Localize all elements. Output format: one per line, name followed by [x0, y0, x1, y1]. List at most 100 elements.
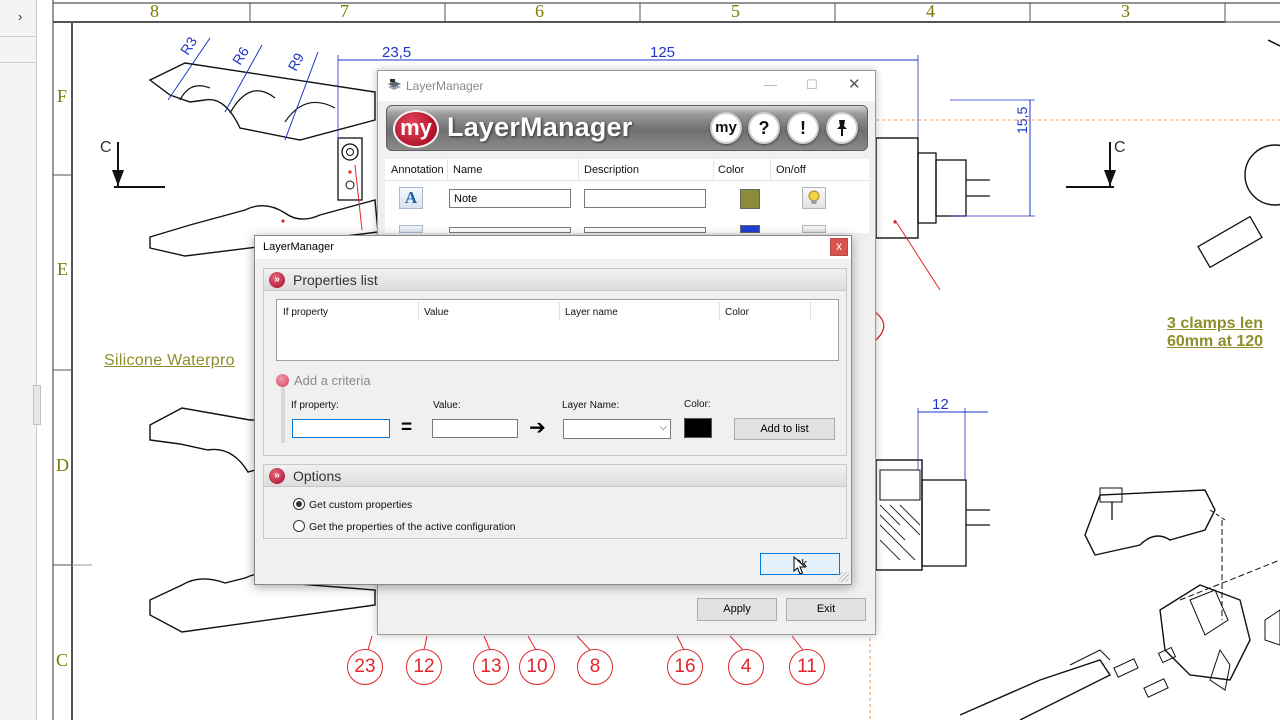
close-button[interactable]: x [830, 238, 848, 256]
lightbulb-icon [808, 190, 820, 204]
column-divider [770, 159, 771, 181]
layer-name-input[interactable]: Note [449, 189, 571, 208]
properties-list-box[interactable]: If property Value Layer name Color [276, 299, 839, 361]
part-balloon: 10 [519, 649, 555, 685]
resize-grip[interactable] [839, 572, 849, 582]
zone-column-label: 3 [1121, 1, 1130, 21]
column-divider [418, 302, 419, 320]
apply-button[interactable]: Apply [697, 598, 777, 621]
annotation-note-icon[interactable]: A [399, 187, 423, 209]
column-header: If property [283, 307, 329, 318]
column-header: Color [725, 307, 749, 318]
layer-toggle-button[interactable] [802, 225, 826, 233]
properties-list-header[interactable]: » Properties list [264, 269, 846, 291]
part-balloon: 8 [577, 649, 613, 685]
options-group: » Options Get custom properties Get the … [263, 464, 847, 539]
color-label: Color: [684, 399, 711, 410]
zone-column-label: 4 [926, 1, 935, 21]
clamps-note: 3 clamps len 60mm at 120 [1167, 315, 1263, 351]
active-configuration-radio[interactable] [293, 520, 305, 532]
column-header: Annotation [391, 164, 444, 176]
options-title: Options [293, 468, 342, 484]
equals-sign: = [401, 417, 413, 438]
zone-column-label: 7 [340, 1, 349, 21]
my-button[interactable]: my [710, 112, 742, 144]
column-header: Value [424, 307, 449, 318]
annotation-icon[interactable] [399, 225, 423, 233]
svg-text:R6: R6 [229, 44, 252, 68]
part-balloon: 13 [473, 649, 509, 685]
svg-text:125: 125 [650, 44, 675, 61]
layer-name-input[interactable] [449, 227, 571, 233]
svg-text:C: C [100, 139, 112, 156]
feature-manager-panel: › [0, 0, 41, 720]
silicone-note: Silicone Waterpro [104, 352, 235, 369]
dialog-titlebar[interactable]: LayerManager x [255, 236, 851, 259]
options-header[interactable]: » Options [264, 465, 846, 487]
collapse-arrow-icon[interactable]: » [269, 468, 285, 484]
window-title: LayerManager [406, 79, 484, 93]
svg-text:23,5: 23,5 [382, 44, 411, 61]
chevron-down-icon: ⌵ [659, 422, 667, 433]
zone-column-label: 5 [731, 1, 740, 21]
part-balloon: 12 [406, 649, 442, 685]
dialog-title: LayerManager [263, 241, 334, 253]
chevron-right-icon[interactable]: › [18, 9, 22, 24]
column-divider [810, 302, 811, 320]
properties-list-title: Properties list [293, 272, 378, 288]
layer-description-input[interactable] [584, 189, 706, 208]
custom-properties-label: Get custom properties [309, 499, 413, 511]
zone-row-label: F [57, 86, 68, 106]
zone-row-label: E [57, 259, 68, 279]
zone-column-label: 6 [535, 1, 544, 21]
column-divider [447, 159, 448, 181]
info-button[interactable]: ! [787, 112, 819, 144]
close-icon[interactable]: ✕ [848, 75, 861, 93]
part-balloon: 4 [728, 649, 764, 685]
add-to-list-button[interactable]: Add to list [734, 418, 835, 440]
panel-resize-handle[interactable] [33, 385, 41, 425]
zone-row-label: D [56, 455, 69, 475]
column-divider [719, 302, 720, 320]
column-divider [713, 159, 714, 181]
layers-app-icon [388, 79, 401, 90]
layer-name-select[interactable]: ⌵ [563, 419, 671, 439]
layer-name-label: Layer Name: [562, 400, 620, 411]
mouse-cursor-icon [793, 556, 807, 575]
if-property-label: If property: [291, 400, 339, 411]
if-property-input[interactable] [292, 419, 390, 438]
column-header: Name [453, 164, 483, 176]
column-divider [559, 302, 560, 320]
layers-table-body: A Note [385, 181, 869, 233]
window-titlebar[interactable]: LayerManager — ☐ ✕ [378, 71, 875, 101]
value-label: Value: [433, 400, 461, 411]
collapse-arrow-icon[interactable]: » [269, 272, 285, 288]
exit-button[interactable]: Exit [786, 598, 866, 621]
value-input[interactable] [432, 419, 518, 438]
panel-divider [0, 36, 37, 37]
part-balloon: 16 [667, 649, 703, 685]
minimize-icon[interactable]: — [764, 77, 777, 92]
pin-button[interactable] [826, 112, 858, 144]
svg-text:R9: R9 [285, 50, 308, 74]
layers-table-header: Annotation Name Description Color On/off [385, 159, 869, 181]
layermanager-criteria-dialog: LayerManager x » Properties list If prop… [254, 235, 852, 585]
criteria-indent-bar [281, 387, 285, 443]
my-logo: my [393, 110, 439, 148]
close-icon: x [836, 239, 842, 253]
criteria-color-picker[interactable] [684, 418, 712, 438]
custom-properties-radio[interactable] [293, 498, 305, 510]
layer-color-swatch[interactable] [740, 189, 760, 209]
column-divider [578, 159, 579, 181]
pin-icon [837, 120, 847, 136]
layer-toggle-button[interactable] [802, 187, 826, 209]
svg-text:R3: R3 [177, 34, 200, 58]
help-button[interactable]: ? [748, 112, 780, 144]
layer-color-swatch[interactable] [740, 225, 760, 233]
layer-description-input[interactable] [584, 227, 706, 233]
clamps-note-line1: 3 clamps len [1167, 315, 1264, 332]
maximize-icon[interactable]: ☐ [806, 77, 818, 93]
column-header: On/off [776, 164, 806, 176]
zone-column-label: 8 [150, 1, 159, 21]
part-balloon: 23 [347, 649, 383, 685]
